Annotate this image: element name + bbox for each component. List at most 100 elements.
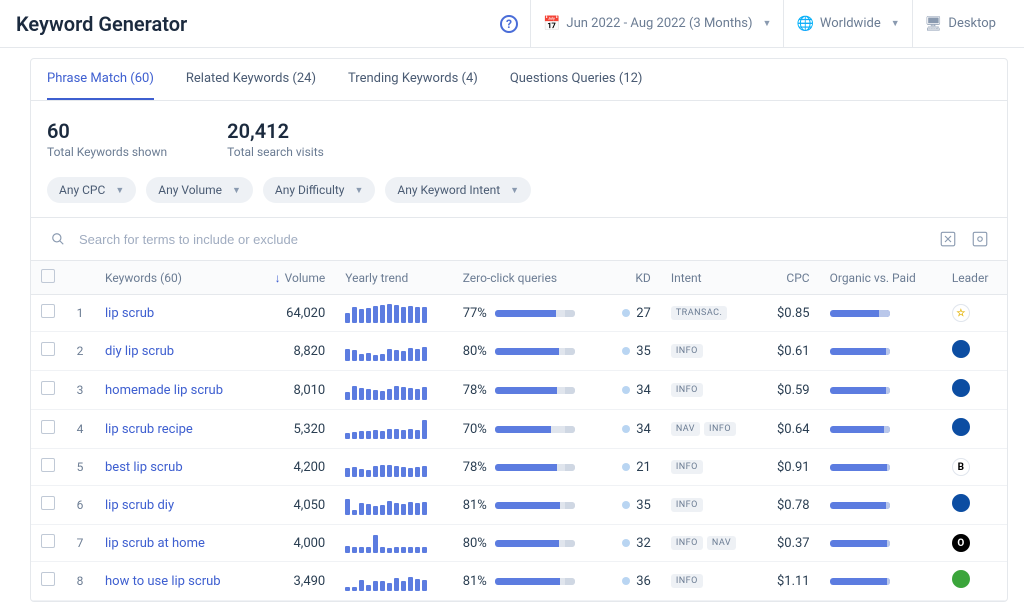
zero-click-bar — [495, 502, 575, 509]
table-row: 6lip scrub diy4,05081%35INFO$0.78 — [31, 486, 1007, 525]
keyword-link[interactable]: diy lip scrub — [105, 344, 174, 359]
kd-dot-icon — [622, 539, 630, 547]
zero-click-cell: 81% — [463, 498, 595, 513]
zero-click-cell: 77% — [463, 306, 595, 321]
col-zero[interactable]: Zero-click queries — [453, 261, 605, 295]
organic-vs-paid-bar — [830, 348, 890, 355]
row-checkbox[interactable] — [41, 304, 55, 318]
row-index: 4 — [65, 410, 95, 449]
col-leader[interactable]: Leader — [942, 261, 1007, 295]
table-row: 3homemade lip scrub8,01078%34INFO$0.59 — [31, 371, 1007, 410]
row-checkbox[interactable] — [41, 458, 55, 472]
intent-badges: NAV INFO — [671, 422, 749, 436]
trend-sparkline — [345, 380, 442, 400]
settings-columns-icon[interactable] — [969, 228, 991, 250]
filter-pill-2[interactable]: Any Difficulty▼ — [263, 177, 375, 203]
kd-value: 34 — [636, 383, 651, 398]
chevron-down-icon: ▼ — [510, 185, 519, 196]
device-selector[interactable]: 🖥 Desktop — [912, 0, 1008, 48]
keyword-link[interactable]: homemade lip scrub — [105, 383, 223, 398]
col-kd[interactable]: KD — [605, 261, 661, 295]
region-selector[interactable]: 🌐 Worldwide ▼ — [783, 0, 911, 48]
table-row: 4lip scrub recipe5,32070%34NAVINFO$0.64 — [31, 410, 1007, 449]
intent-badge: NAV — [671, 422, 700, 436]
keyword-link[interactable]: lip scrub diy — [105, 498, 174, 513]
leader-icon[interactable] — [952, 494, 970, 512]
filter-pill-1[interactable]: Any Volume▼ — [146, 177, 253, 203]
search-icon — [47, 228, 69, 250]
keyword-link[interactable]: lip scrub — [105, 306, 154, 321]
kd-dot-icon — [622, 386, 630, 394]
globe-icon: 🌐 — [796, 16, 813, 32]
chevron-down-icon: ▼ — [354, 185, 363, 196]
search-input[interactable] — [79, 232, 927, 247]
summary-value: 20,412 — [227, 119, 324, 143]
tabs: Phrase Match (60) Related Keywords (24) Tr… — [31, 59, 1007, 101]
leader-icon[interactable]: B — [952, 458, 970, 476]
keyword-link[interactable]: best lip scrub — [105, 460, 183, 475]
summary-total-visits: 20,412 Total search visits — [227, 119, 324, 159]
kd-cell: 32 — [615, 536, 651, 551]
table-row: 7lip scrub at home4,00080%32INFONAV$0.37… — [31, 525, 1007, 562]
col-trend[interactable]: Yearly trend — [335, 261, 452, 295]
col-volume[interactable]: ↓Volume — [254, 261, 335, 295]
leader-icon[interactable] — [952, 340, 970, 358]
zero-click-pct: 80% — [463, 536, 487, 551]
summary-total-keywords: 60 Total Keywords shown — [47, 119, 167, 159]
help-icon[interactable]: ? — [500, 15, 518, 33]
export-excel-icon[interactable] — [937, 228, 959, 250]
date-range-label: Jun 2022 - Aug 2022 (3 Months) — [566, 16, 752, 31]
tab-3[interactable]: Questions Queries (12) — [510, 59, 643, 100]
keyword-link[interactable]: lip scrub recipe — [105, 422, 193, 437]
row-checkbox[interactable] — [41, 572, 55, 586]
zero-click-bar — [495, 387, 575, 394]
keyword-link[interactable]: how to use lip scrub — [105, 574, 221, 589]
tab-1[interactable]: Related Keywords (24) — [186, 59, 316, 100]
cpc-value: $0.91 — [759, 449, 820, 486]
organic-vs-paid-bar — [830, 387, 890, 394]
trend-sparkline — [345, 571, 442, 591]
leader-icon[interactable]: ☆ — [952, 304, 970, 322]
col-intent[interactable]: Intent — [661, 261, 759, 295]
zero-click-cell: 81% — [463, 574, 595, 589]
chevron-down-icon: ▼ — [891, 18, 900, 29]
row-checkbox[interactable] — [41, 342, 55, 356]
row-checkbox[interactable] — [41, 420, 55, 434]
filter-pill-0[interactable]: Any CPC▼ — [47, 177, 136, 203]
kd-cell: 27 — [615, 306, 651, 321]
leader-icon[interactable] — [952, 418, 970, 436]
date-range-selector[interactable]: 📅 Jun 2022 - Aug 2022 (3 Months) ▼ — [530, 0, 784, 48]
col-ovp[interactable]: Organic vs. Paid — [820, 261, 942, 295]
intent-badges: INFONAV — [671, 536, 749, 550]
intent-badge: INFO — [671, 536, 703, 550]
tab-2[interactable]: Trending Keywords (4) — [348, 59, 478, 100]
region-label: Worldwide — [820, 16, 881, 31]
tab-0[interactable]: Phrase Match (60) — [47, 59, 154, 100]
leader-icon[interactable]: O — [952, 534, 970, 552]
kd-cell: 34 — [615, 422, 651, 437]
zero-click-bar — [495, 540, 575, 547]
intent-badges: INFO — [671, 344, 749, 358]
row-checkbox[interactable] — [41, 534, 55, 548]
summary-label: Total Keywords shown — [47, 145, 167, 159]
col-keywords[interactable]: Keywords (60) — [95, 261, 254, 295]
filter-pill-3[interactable]: Any Keyword Intent▼ — [385, 177, 531, 203]
leader-icon[interactable] — [952, 379, 970, 397]
leader-icon[interactable] — [952, 570, 970, 588]
select-all-checkbox[interactable] — [41, 269, 55, 283]
row-checkbox[interactable] — [41, 496, 55, 510]
trend-sparkline — [345, 457, 442, 477]
intent-badge: INFO — [671, 344, 703, 358]
col-cpc[interactable]: CPC — [759, 261, 820, 295]
row-index: 1 — [65, 295, 95, 332]
organic-vs-paid-bar — [830, 578, 890, 585]
kd-value: 35 — [636, 498, 651, 513]
chevron-down-icon: ▼ — [115, 185, 124, 196]
row-checkbox[interactable] — [41, 381, 55, 395]
intent-badge: INFO — [704, 422, 736, 436]
table-row: 8how to use lip scrub3,49081%36INFO$1.11 — [31, 562, 1007, 601]
chevron-down-icon: ▼ — [232, 185, 241, 196]
keyword-link[interactable]: lip scrub at home — [105, 536, 205, 551]
intent-badges: TRANSAC. — [671, 306, 749, 320]
intent-badge: INFO — [671, 574, 703, 588]
